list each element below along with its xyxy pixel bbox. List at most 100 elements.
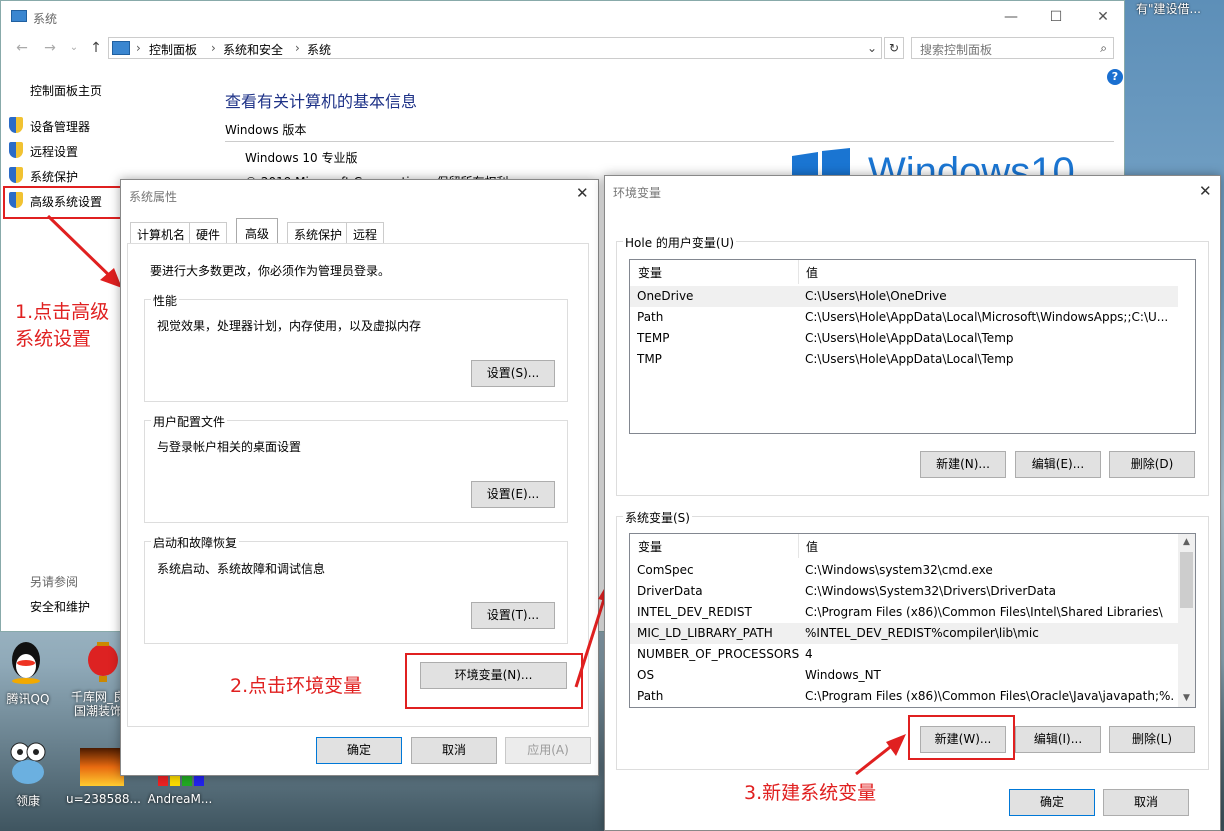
system-var-row[interactable]: DriverData C:\Windows\System32\Drivers\D… (630, 581, 1195, 602)
user-edit-button[interactable]: 编辑(E)... (1015, 451, 1101, 478)
var-name: NUMBER_OF_PROCESSORS (637, 647, 800, 661)
env-cancel-button[interactable]: 取消 (1103, 789, 1189, 816)
system-var-row[interactable]: MIC_LD_LIBRARY_PATH %INTEL_DEV_REDIST%co… (630, 623, 1178, 644)
startup-recovery-group-title: 启动和故障恢复 (151, 534, 240, 551)
system-var-row[interactable]: ComSpec C:\Windows\system32\cmd.exe (630, 560, 1195, 581)
tab-system-protection[interactable]: 系统保护 (287, 222, 350, 244)
user-new-button[interactable]: 新建(N)... (920, 451, 1006, 478)
tab-remote[interactable]: 远程 (346, 222, 385, 244)
performance-desc: 视觉效果，处理器计划，内存使用，以及虚拟内存 (157, 319, 422, 333)
qq-icon[interactable] (8, 640, 44, 684)
refresh-icon[interactable]: ↻ (884, 37, 904, 59)
var-name: TEMP (637, 331, 670, 345)
close-icon[interactable]: ✕ (1199, 182, 1212, 200)
var-name: Path (637, 689, 664, 703)
user-profile-settings-button[interactable]: 设置(E)... (471, 481, 555, 508)
user-var-row[interactable]: OneDrive C:\Users\Hole\OneDrive (630, 286, 1178, 307)
var-name: TMP (637, 352, 662, 366)
desktop-icon-lingkang[interactable]: 领康 (0, 792, 58, 809)
startup-recovery-settings-button[interactable]: 设置(T)... (471, 602, 555, 629)
system-variables-title: 系统变量(S) (623, 509, 692, 526)
frog-icon[interactable] (8, 740, 48, 786)
sidebar-home-link[interactable]: 控制面板主页 (30, 82, 102, 99)
user-delete-button[interactable]: 删除(D) (1109, 451, 1195, 478)
scroll-down-icon[interactable]: ▼ (1178, 690, 1195, 707)
shield-icon (9, 117, 23, 133)
system-var-row[interactable]: NUMBER_OF_PROCESSORS 4 (630, 644, 1195, 665)
sys-props-apply-button[interactable]: 应用(A) (505, 737, 591, 764)
fire-image-icon[interactable] (80, 748, 124, 786)
desktop-icon-image[interactable]: u=238588... (66, 792, 141, 806)
search-input[interactable]: 搜索控制面板 ⌕ (911, 37, 1114, 59)
minimize-icon[interactable]: — (1001, 7, 1021, 27)
windows-edition-section: Windows 版本 (225, 121, 1114, 142)
user-var-row[interactable]: TEMP C:\Users\Hole\AppData\Local\Temp (630, 328, 1195, 349)
system-var-row[interactable]: OS Windows_NT (630, 665, 1195, 686)
tab-hardware[interactable]: 硬件 (189, 222, 228, 244)
lantern-icon[interactable] (86, 638, 120, 684)
close-icon[interactable]: ✕ (1093, 7, 1113, 27)
breadcrumb-control-panel[interactable]: 控制面板 (149, 41, 197, 58)
breadcrumb-separator-icon: › (136, 41, 141, 55)
desktop-icon-qq[interactable]: 腾讯QQ (0, 690, 58, 707)
sidebar-item-security-maintenance[interactable]: 安全和维护 (30, 598, 90, 615)
address-bar[interactable]: › 控制面板 › 系统和安全 › 系统 ⌄ (108, 37, 882, 59)
highlight-system-new-button (908, 715, 1015, 760)
close-icon[interactable]: ✕ (576, 184, 589, 202)
history-chevron-icon[interactable]: ⌄ (65, 39, 83, 57)
performance-settings-button[interactable]: 设置(S)... (471, 360, 555, 387)
shield-icon (9, 167, 23, 183)
breadcrumb-system-security[interactable]: 系统和安全 (223, 41, 283, 58)
column-variable-header[interactable]: 变量 (638, 264, 662, 281)
breadcrumb-separator-icon: › (211, 41, 216, 55)
up-arrow-icon[interactable]: ↑ (87, 39, 105, 57)
sidebar-item-system-protection[interactable]: 系统保护 (30, 168, 78, 185)
windows10-logo-text: Windows10 (868, 150, 1075, 178)
page-heading: 查看有关计算机的基本信息 (225, 92, 418, 111)
system-delete-button[interactable]: 删除(L) (1109, 726, 1195, 753)
column-value-header[interactable]: 值 (806, 264, 818, 281)
sys-props-ok-button[interactable]: 确定 (316, 737, 402, 764)
env-ok-button[interactable]: 确定 (1009, 789, 1095, 816)
user-variables-header: 变量 值 (630, 260, 1195, 284)
annotation-step1-line1: 1.点击高级 (15, 301, 110, 323)
user-profile-desc: 与登录帐户相关的桌面设置 (157, 440, 302, 454)
forward-arrow-icon[interactable]: → (41, 39, 59, 57)
system-variables-list[interactable]: 变量 值 ComSpec C:\Windows\system32\cmd.exe… (629, 533, 1196, 708)
annotation-step1-line2: 系统设置 (15, 328, 92, 350)
help-icon[interactable]: ? (1107, 69, 1123, 85)
annotation-step2: 2.点击环境变量 (230, 675, 363, 697)
sidebar-item-device-manager[interactable]: 设备管理器 (30, 118, 90, 135)
var-name: OneDrive (637, 289, 694, 303)
search-placeholder: 搜索控制面板 (920, 43, 993, 57)
var-value: C:\Windows\System32\Drivers\DriverData (805, 584, 1056, 598)
desktop-icon-andrea[interactable]: AndreaM... (144, 792, 216, 806)
address-dropdown-icon[interactable]: ⌄ (867, 41, 877, 55)
maximize-icon[interactable]: ☐ (1046, 7, 1066, 27)
var-value: C:\Users\Hole\AppData\Local\Temp (805, 331, 1014, 345)
tab-computer-name[interactable]: 计算机名 (130, 222, 193, 244)
system-variables-scrollbar[interactable]: ▲ ▼ (1178, 534, 1195, 707)
user-var-row[interactable]: TMP C:\Users\Hole\AppData\Local\Temp (630, 349, 1195, 370)
system-var-row[interactable]: INTEL_DEV_REDIST C:\Program Files (x86)\… (630, 602, 1195, 623)
var-value: C:\Program Files (x86)\Common Files\Inte… (805, 605, 1163, 619)
control-panel-titlebar: 系统 — ☐ ✕ (1, 1, 1124, 33)
scroll-up-icon[interactable]: ▲ (1178, 534, 1195, 551)
user-var-row[interactable]: Path C:\Users\Hole\AppData\Local\Microso… (630, 307, 1195, 328)
breadcrumb-separator-icon: › (295, 41, 300, 55)
column-value-header[interactable]: 值 (806, 538, 818, 555)
column-variable-header[interactable]: 变量 (638, 538, 662, 555)
user-variables-list[interactable]: 变量 值 OneDrive C:\Users\Hole\OneDrive Pat… (629, 259, 1196, 434)
sidebar-item-remote-settings[interactable]: 远程设置 (30, 143, 78, 160)
var-value: Windows_NT (805, 668, 881, 682)
system-var-row[interactable]: Path C:\Program Files (x86)\Common Files… (630, 686, 1195, 707)
scrollbar-thumb[interactable] (1180, 552, 1193, 608)
var-name: INTEL_DEV_REDIST (637, 605, 752, 619)
tab-advanced[interactable]: 高级 (236, 218, 279, 244)
var-name: OS (637, 668, 655, 682)
system-edit-button[interactable]: 编辑(I)... (1015, 726, 1101, 753)
sys-props-cancel-button[interactable]: 取消 (411, 737, 497, 764)
back-arrow-icon[interactable]: ← (13, 39, 31, 57)
breadcrumb-system[interactable]: 系统 (307, 41, 331, 58)
windows-edition: Windows 10 专业版 (245, 151, 358, 165)
